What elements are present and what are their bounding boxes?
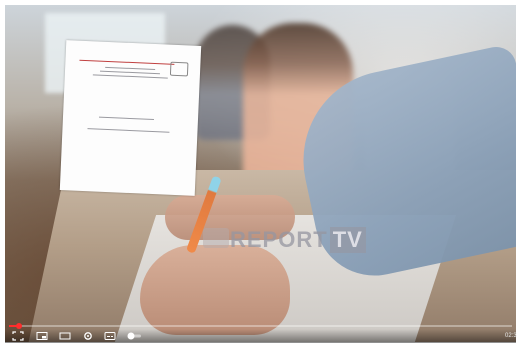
video-frame: REPORT TV 02:3 (0, 0, 521, 347)
settings-icon[interactable] (82, 331, 94, 341)
watermark: REPORT TV (230, 227, 368, 253)
watermark-brand: REPORT (230, 227, 328, 252)
watermark-logo-icon (203, 228, 229, 248)
theater-icon[interactable] (59, 331, 71, 341)
watermark-badge: TV (329, 227, 366, 253)
progress-bar[interactable] (9, 323, 512, 329)
time-label: 02:3 (505, 333, 517, 339)
student-right-hand (140, 245, 290, 335)
captions-icon[interactable] (104, 331, 116, 341)
miniplayer-icon[interactable] (36, 331, 48, 341)
crest-icon (169, 61, 189, 77)
fullscreen-icon[interactable] (12, 331, 24, 341)
autoplay-toggle[interactable] (126, 331, 142, 341)
document-overlay (59, 40, 202, 196)
